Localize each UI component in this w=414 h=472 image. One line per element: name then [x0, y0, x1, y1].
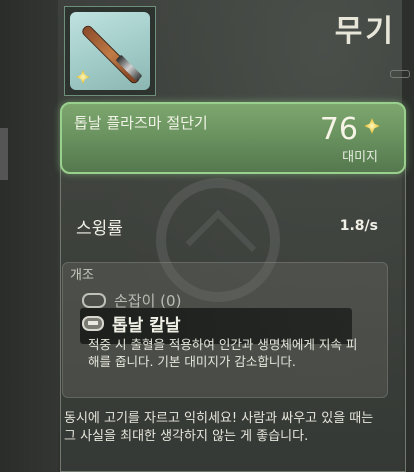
left-panel-edge [0, 0, 58, 472]
mod-slot-handle[interactable]: 손잡이 (0) [82, 290, 181, 310]
damage-value: 76 [319, 112, 358, 147]
mod-slot-blade[interactable]: 톱날 칼날 [82, 312, 181, 336]
mod-slot-blade-description: 적중 시 출혈을 적용하여 인간과 생명체에게 지속 피해를 줍니다. 기본 대… [88, 337, 358, 369]
swing-rate-value: 1.8/s [339, 218, 378, 234]
left-scroll-notch [0, 128, 8, 180]
damage-label: 대미지 [342, 150, 378, 165]
item-icon-background [70, 12, 150, 90]
empty-slot-icon [82, 292, 106, 308]
right-tab-handle[interactable] [390, 70, 410, 78]
rarity-star-icon [76, 70, 90, 84]
swing-rate-label: 스윙률 [76, 219, 123, 239]
item-flavor-text: 동시에 고기를 자르고 익히세요! 사람과 싸우고 있을 때는 그 사실을 최대… [64, 411, 374, 444]
plasma-cutter-weapon-icon[interactable] [64, 6, 156, 96]
modifications-title: 개조 [70, 268, 94, 283]
item-name: 톱날 플라즈마 절단기 [74, 114, 208, 132]
category-title: 무기 [334, 14, 396, 49]
mod-slot-blade-label: 톱날 칼날 [112, 315, 181, 336]
filled-slot-icon [82, 315, 104, 331]
